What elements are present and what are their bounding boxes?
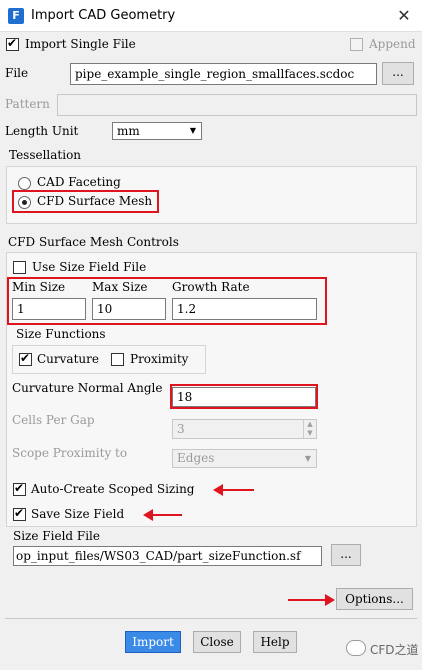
import-single-file-label: Import Single File <box>25 37 136 51</box>
browse-file-button[interactable]: ... <box>382 62 414 85</box>
close-button[interactable]: Close <box>193 631 241 653</box>
highlight-box-size-settings <box>7 277 327 325</box>
proximity-checkbox[interactable] <box>111 353 124 366</box>
close-window-icon[interactable]: ✕ <box>392 4 416 28</box>
auto-create-scoped-sizing-label: Auto-Create Scoped Sizing <box>31 482 195 496</box>
append-checkbox <box>350 38 363 51</box>
app-icon: F <box>8 8 24 24</box>
chevron-down-icon: ▼ <box>304 454 312 463</box>
chevron-down-icon[interactable]: ▼ <box>186 124 200 138</box>
cad-faceting-label: CAD Faceting <box>37 175 121 189</box>
mesh-controls-title: CFD Surface Mesh Controls <box>8 235 179 249</box>
wechat-logo-icon <box>346 640 366 656</box>
curvature-normal-angle-label: Curvature Normal Angle <box>12 381 163 395</box>
red-arrow-left-icon <box>213 484 254 496</box>
curvature-label: Curvature <box>37 352 99 366</box>
browse-size-field-button[interactable]: ... <box>331 544 361 566</box>
cells-per-gap-input: 3 <box>172 419 317 439</box>
cells-per-gap-label: Cells Per Gap <box>12 413 95 427</box>
auto-create-scoped-sizing-checkbox[interactable] <box>13 481 26 496</box>
use-size-field-file-checkbox[interactable] <box>13 261 26 274</box>
scope-proximity-select: Edges <box>172 449 317 468</box>
highlight-box-cfd-surface-mesh <box>12 190 159 213</box>
length-unit-value: mm <box>117 124 140 138</box>
size-field-file-label: Size Field File <box>13 529 100 543</box>
help-button[interactable]: Help <box>253 631 297 653</box>
proximity-label: Proximity <box>130 352 189 366</box>
file-label: File <box>5 66 29 80</box>
spinner-arrows-icon: ▲ ▼ <box>303 420 316 438</box>
use-size-field-file-label: Use Size Field File <box>32 260 147 274</box>
size-field-file-input[interactable]: op_input_files/WS03_CAD/part_sizeFunctio… <box>13 546 322 566</box>
radio-cad-faceting[interactable] <box>18 177 31 190</box>
curvature-checkbox[interactable] <box>19 351 32 366</box>
file-path-input[interactable]: pipe_example_single_region_smallfaces.sc… <box>70 63 377 85</box>
footer-divider <box>5 618 417 619</box>
save-size-field-label: Save Size Field <box>31 507 125 521</box>
scope-proximity-label: Scope Proximity to <box>12 446 128 460</box>
pattern-label: Pattern <box>5 97 50 111</box>
pattern-input <box>57 94 417 116</box>
save-size-field-checkbox[interactable] <box>13 506 26 521</box>
highlight-box-curvature-angle <box>170 384 318 409</box>
append-label: Append <box>369 37 416 51</box>
red-arrow-left-icon <box>143 509 182 521</box>
import-button[interactable]: Import <box>125 631 181 653</box>
tessellation-title: Tessellation <box>9 148 82 162</box>
red-arrow-right-icon <box>288 594 335 606</box>
watermark-text: CFD之道 <box>370 643 419 657</box>
length-unit-label: Length Unit <box>5 124 79 138</box>
window-title: Import CAD Geometry <box>31 8 176 23</box>
options-button[interactable]: Options... <box>336 588 413 610</box>
import-single-file-checkbox[interactable] <box>6 36 19 51</box>
size-functions-title: Size Functions <box>16 327 106 341</box>
